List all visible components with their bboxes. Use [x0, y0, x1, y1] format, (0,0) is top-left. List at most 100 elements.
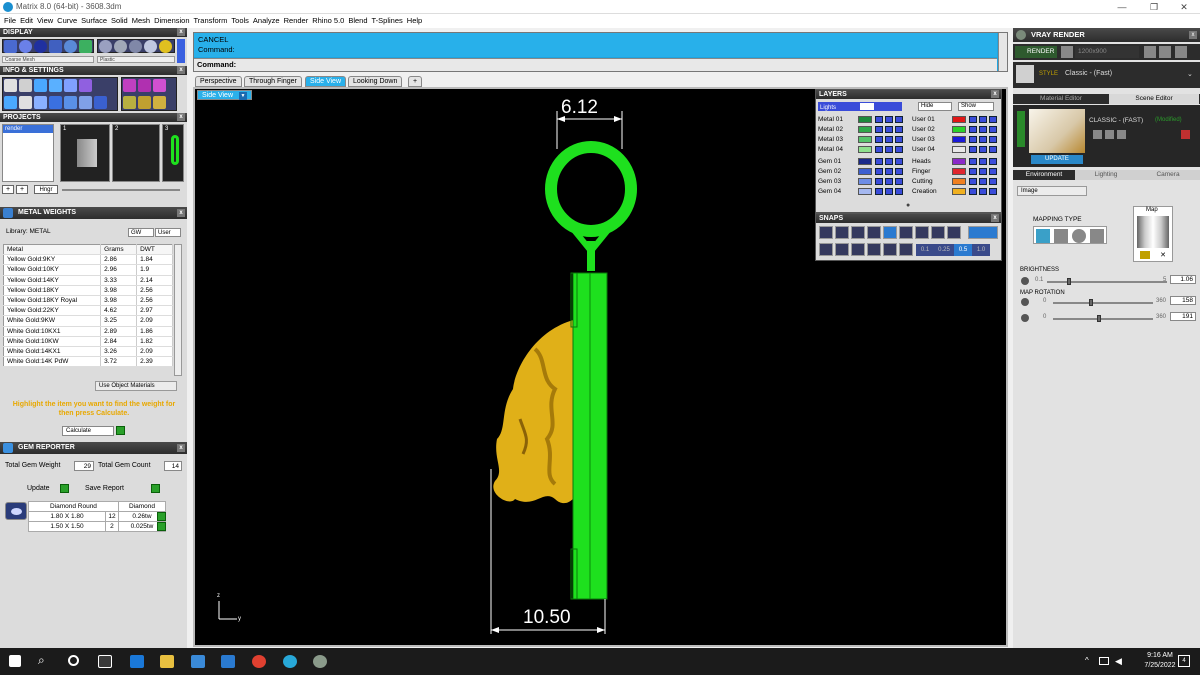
calculate-button[interactable]: Calculate — [62, 426, 114, 436]
layer-row[interactable]: Gem 01 — [818, 157, 906, 166]
layer-row[interactable]: User 04 — [912, 145, 1000, 154]
edge-icon[interactable] — [130, 655, 144, 668]
layer-toggle-icon[interactable] — [979, 126, 987, 133]
layer-toggle-icon[interactable] — [885, 158, 893, 165]
minimize-button[interactable]: — — [1106, 0, 1138, 14]
delete-preset-icon[interactable] — [1181, 130, 1190, 139]
table-row[interactable]: White Gold:14K PdW 3.72 2.39 — [3, 356, 173, 368]
add-project-button[interactable]: + — [2, 185, 14, 194]
layer-toggle-icon[interactable] — [979, 188, 987, 195]
table-row[interactable]: Yellow Gold:9KY 2.86 1.84 — [3, 254, 173, 266]
table-row[interactable]: White Gold:10KW 2.84 1.82 — [3, 336, 173, 347]
layer-toggle-icon[interactable] — [875, 158, 883, 165]
rotate-icon[interactable] — [138, 79, 151, 92]
save-preset-icon[interactable] — [1093, 130, 1102, 139]
metal-table-scrollbar[interactable] — [174, 244, 182, 376]
layer-row[interactable]: Finger — [912, 167, 1000, 176]
layer-color-swatch[interactable] — [952, 116, 966, 123]
material-dropdown[interactable]: Plastic — [97, 56, 175, 63]
layer-toggle-icon[interactable] — [895, 126, 903, 133]
rotation-vertical-value[interactable]: 191 — [1170, 312, 1196, 321]
display-settings-icon[interactable] — [79, 40, 92, 53]
material-sphere-icon[interactable] — [99, 40, 112, 53]
tab-material-editor[interactable]: Material Editor — [1021, 94, 1101, 104]
camera-icon[interactable] — [1061, 46, 1073, 58]
layer-toggle-icon[interactable] — [989, 116, 997, 123]
copy-icon[interactable] — [1175, 46, 1187, 58]
layer-color-swatch[interactable] — [952, 158, 966, 165]
snap-perp-icon[interactable] — [915, 226, 929, 239]
show-hidden-icons[interactable]: ^ — [1085, 656, 1089, 665]
layer-toggle-icon[interactable] — [875, 146, 883, 153]
snap-smart-icon[interactable] — [867, 243, 881, 256]
hide-button[interactable]: Hide — [918, 102, 952, 111]
copy-icon[interactable] — [49, 79, 62, 92]
layer-toggle-icon[interactable] — [885, 178, 893, 185]
update-thumbnail-button[interactable]: UPDATE — [1031, 155, 1083, 164]
scale-icon[interactable] — [153, 79, 166, 92]
volume-icon[interactable]: ◀ — [1115, 656, 1122, 667]
menu-tools[interactable]: Tools — [231, 14, 249, 28]
map-clear-icon[interactable]: ✕ — [1158, 251, 1168, 259]
project-slot-3[interactable]: 3 — [162, 124, 184, 182]
layer-color-swatch[interactable] — [858, 126, 872, 133]
cylinder-icon[interactable] — [64, 96, 77, 109]
mesh-quality-dropdown[interactable]: Coarse Mesh — [2, 56, 94, 63]
layer-toggle-icon[interactable] — [895, 158, 903, 165]
brightness-value[interactable]: 1.06 — [1170, 275, 1196, 284]
project-slot-2[interactable]: 2 — [112, 124, 160, 182]
close-button[interactable]: ✕ — [1168, 0, 1200, 14]
layer-toggle-icon[interactable] — [989, 158, 997, 165]
snap-near-icon[interactable] — [835, 226, 849, 239]
snap-toggle-button[interactable] — [968, 226, 998, 239]
windows-start-icon[interactable] — [9, 655, 21, 667]
close-icon[interactable]: x — [177, 209, 185, 217]
layer-color-swatch[interactable] — [952, 136, 966, 143]
rhino-taskbar-icon[interactable] — [313, 655, 327, 668]
close-icon[interactable]: x — [177, 113, 185, 121]
layer-toggle-icon[interactable] — [875, 188, 883, 195]
snap-ortho-icon[interactable] — [835, 243, 849, 256]
layer-toggle-icon[interactable] — [989, 188, 997, 195]
table-row[interactable]: Yellow Gold:18KY 3.98 2.56 — [3, 285, 173, 296]
tab-lighting[interactable]: Lighting — [1075, 170, 1137, 180]
layer-color-swatch[interactable] — [858, 116, 872, 123]
layer-toggle-icon[interactable] — [979, 146, 987, 153]
load-preset-icon[interactable] — [1105, 130, 1114, 139]
project-item-render[interactable]: render — [3, 125, 53, 133]
layer-row[interactable]: Cutting — [912, 177, 1000, 186]
close-icon[interactable]: x — [177, 444, 185, 452]
menu-analyze[interactable]: Analyze — [253, 14, 280, 28]
network-icon[interactable] — [1099, 657, 1109, 665]
layer-toggle-icon[interactable] — [979, 168, 987, 175]
rotation-vertical-slider[interactable] — [1053, 318, 1153, 320]
use-object-materials-dropdown[interactable]: Use Object Materials — [95, 381, 177, 391]
notification-center-icon[interactable]: 4 — [1178, 655, 1190, 667]
sphere-icon[interactable] — [94, 96, 107, 109]
gw-toggle[interactable]: GW — [128, 228, 154, 237]
snap-end-icon[interactable] — [819, 226, 833, 239]
environment-type-dropdown[interactable]: Image — [1017, 186, 1087, 196]
render-button[interactable]: RENDER — [1015, 46, 1057, 58]
cortana-icon[interactable] — [68, 655, 79, 666]
snap-tan-icon[interactable] — [931, 226, 945, 239]
tab-through-finger[interactable]: Through Finger — [244, 76, 302, 87]
shaded-sphere-icon[interactable] — [19, 40, 32, 53]
close-icon[interactable]: x — [177, 66, 185, 74]
ghost-icon[interactable] — [49, 40, 62, 53]
layer-toggle-icon[interactable] — [989, 146, 997, 153]
command-input[interactable]: Command: — [194, 58, 997, 71]
snap-angle-icon[interactable] — [883, 243, 897, 256]
layer-toggle-icon[interactable] — [885, 188, 893, 195]
layer-toggle-icon[interactable] — [895, 168, 903, 175]
layer-toggle-icon[interactable] — [875, 136, 883, 143]
tab-camera[interactable]: Camera — [1137, 170, 1199, 180]
chevron-down-icon[interactable]: ⌄ — [1187, 70, 1193, 78]
layer-toggle-icon[interactable] — [989, 168, 997, 175]
layer-toggle-icon[interactable] — [875, 178, 883, 185]
lights-row[interactable]: Lights — [818, 102, 902, 111]
layer-color-swatch[interactable] — [858, 158, 872, 165]
col-metal[interactable]: Metal — [3, 244, 102, 256]
layer-toggle-icon[interactable] — [969, 178, 977, 185]
grid-icon[interactable] — [4, 96, 17, 109]
